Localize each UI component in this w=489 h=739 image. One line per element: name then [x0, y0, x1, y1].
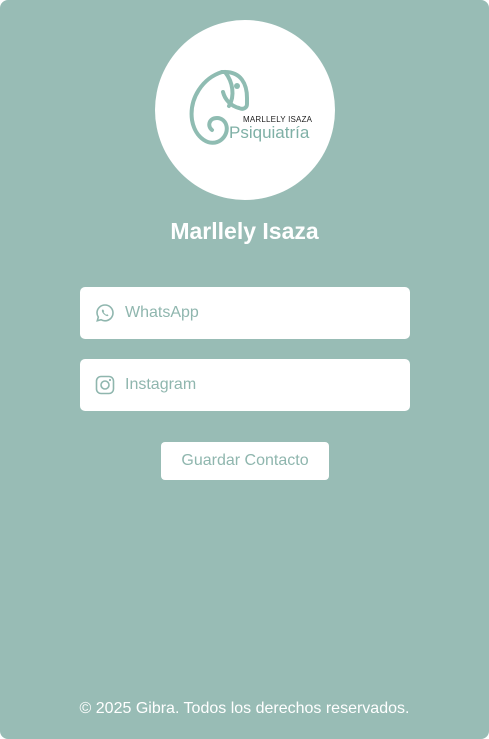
- whatsapp-icon: [96, 304, 114, 322]
- instagram-icon: [95, 375, 115, 395]
- chameleon-logo-mark: [189, 70, 249, 145]
- save-contact-button[interactable]: Guardar Contacto: [161, 442, 329, 480]
- profile-card: MARLLELY ISAZA Psiquiatría Marllely Isaz…: [0, 0, 489, 739]
- logo-title: Psiquiatría: [229, 123, 310, 142]
- instagram-label: Instagram: [125, 376, 197, 393]
- whatsapp-link[interactable]: WhatsApp: [80, 287, 410, 339]
- profile-name: Marllely Isaza: [170, 218, 319, 244]
- whatsapp-label: WhatsApp: [125, 304, 199, 321]
- footer-copyright: © 2025 Gibra. Todos los derechos reserva…: [79, 700, 410, 717]
- instagram-link[interactable]: Instagram: [80, 359, 410, 411]
- logo: MARLLELY ISAZA Psiquiatría: [155, 20, 335, 200]
